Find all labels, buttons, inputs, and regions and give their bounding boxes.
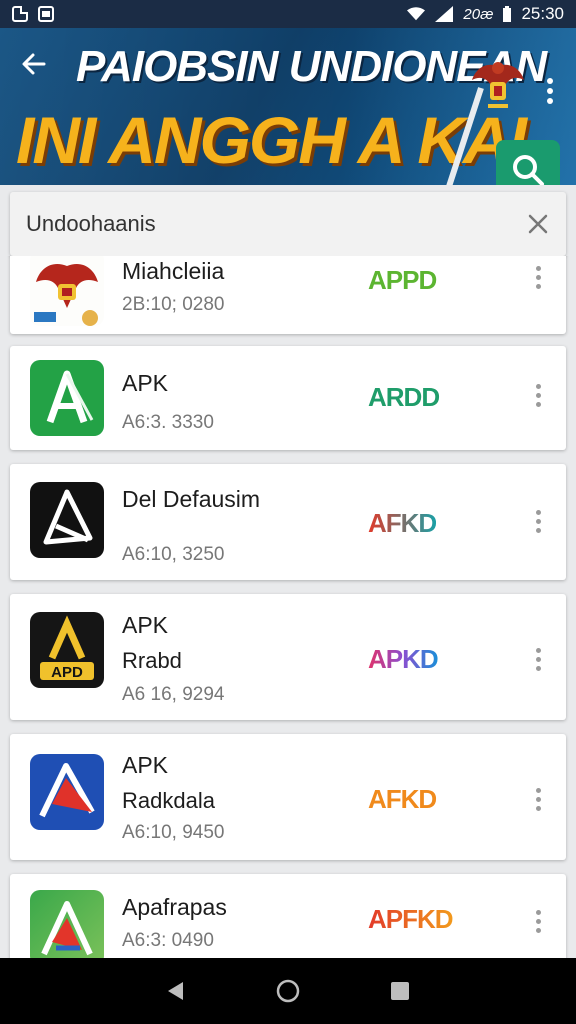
more-vert-icon [535,788,541,793]
svg-text:APD: APD [51,664,83,681]
wifi-icon [407,7,426,21]
app-icon-gold-a: APD [30,612,104,688]
status-left [12,6,54,22]
item-menu-button[interactable] [532,384,544,414]
app-badge: APKD [368,644,439,674]
item-menu-button[interactable] [532,510,544,540]
app-subtitle: Rrabd [122,648,182,673]
back-button[interactable] [20,50,52,82]
letter-a-app-icon: APD [40,615,94,681]
letter-a-app-icon [41,901,93,956]
more-vert-icon [535,266,541,271]
app-meta: A6 16, 9294 [122,684,225,705]
list-item[interactable]: APD APK Rrabd A6 16, 9294 APKD [10,594,566,720]
app-badge: AFKD [368,784,437,814]
overflow-menu-button[interactable] [540,78,560,114]
image-notification-icon [38,6,54,22]
item-menu-button[interactable] [532,266,544,296]
app-badge: ARDD [368,382,440,412]
letter-a-app-icon [39,763,95,818]
app-name: Apafrapas [122,894,227,920]
more-dot [535,528,541,533]
search-bar [10,192,566,256]
more-dot [535,806,541,811]
app-icon-black-a [30,482,104,558]
square-recent-icon [391,982,409,1000]
search-input[interactable] [26,211,466,237]
nav-back-button[interactable] [156,971,196,1011]
app-icon-emblem [30,256,104,326]
letter-a-app-icon [43,489,93,545]
document-notification-icon [12,6,28,22]
more-dot [535,666,541,671]
more-vert-icon [535,648,541,653]
circle-home-icon [276,979,300,1003]
item-menu-button[interactable] [532,788,544,818]
more-dot [535,402,541,407]
more-vert-icon [535,384,541,389]
close-icon[interactable] [526,212,550,236]
app-meta: 2B:10; 0280 [122,294,225,315]
app-name: APK [122,370,169,396]
list-item[interactable]: APK Radkdala A6:10, 9450 AFKD [10,734,566,860]
more-vert-icon [547,78,553,84]
status-bar: 20æ 25:30 [0,0,576,28]
more-dot [535,393,541,398]
app-badge: APPD [368,265,437,295]
status-time: 25:30 [521,4,564,23]
more-dot [535,919,541,924]
triangle-back-icon [168,982,183,1000]
app-icon-green-red-a [30,890,104,958]
app-badge: APFKD [368,904,454,934]
search-icon [513,155,544,185]
more-dot [535,657,541,662]
app-badge: AFKD [368,508,437,538]
app-list: Miahcleiia 2B:10; 0280 APPD APK A6:3. 33… [0,256,576,958]
more-vert-icon [535,910,541,915]
more-dot [547,98,553,104]
item-menu-button[interactable] [532,648,544,678]
app-icon-green-a [30,360,104,436]
app-subtitle: Radkdala [122,788,215,813]
garuda-emblem-icon [472,62,524,108]
app-meta: A6:10, 9450 [122,822,225,843]
list-item[interactable]: APK A6:3. 3330 ARDD [10,346,566,450]
app-icon-blue-a [30,754,104,830]
carrier-label: 20æ [463,5,494,23]
nav-home-button[interactable] [268,971,308,1011]
nav-recent-button[interactable] [380,971,420,1011]
more-dot [547,88,553,94]
system-navigation-bar [0,958,576,1024]
app-name: APK [122,752,169,778]
search-button[interactable] [496,140,560,185]
signal-icon [435,6,454,22]
list-item[interactable]: Miahcleiia 2B:10; 0280 APPD [10,256,566,334]
app-meta: A6:3. 3330 [122,412,214,433]
status-right: 20æ 25:30 [407,4,564,24]
list-item[interactable]: Apafrapas A6:3: 0490 APFKD [10,874,566,958]
arrow-left-icon [22,53,46,75]
garuda-app-icon [34,263,98,326]
app-name: Del Defausim [122,486,261,512]
more-dot [535,797,541,802]
app-name: APK [122,612,169,638]
battery-icon [503,6,512,22]
banner-title-line2: INI ANGGH A KAL [16,103,549,177]
letter-a-app-icon [46,370,94,424]
app-meta: A6:10, 3250 [122,544,225,565]
more-vert-icon [535,510,541,515]
list-item[interactable]: Del Defausim A6:10, 3250 AFKD [10,464,566,580]
app-name: Miahcleiia [122,258,225,284]
item-menu-button[interactable] [532,910,544,940]
more-dot [535,519,541,524]
app-meta: A6:3: 0490 [122,930,214,951]
more-dot [535,275,541,280]
more-dot [535,284,541,289]
app-header: PAIOBSIN UNDIONEAN INI ANGGH A KAL [0,28,576,185]
more-dot [535,928,541,933]
